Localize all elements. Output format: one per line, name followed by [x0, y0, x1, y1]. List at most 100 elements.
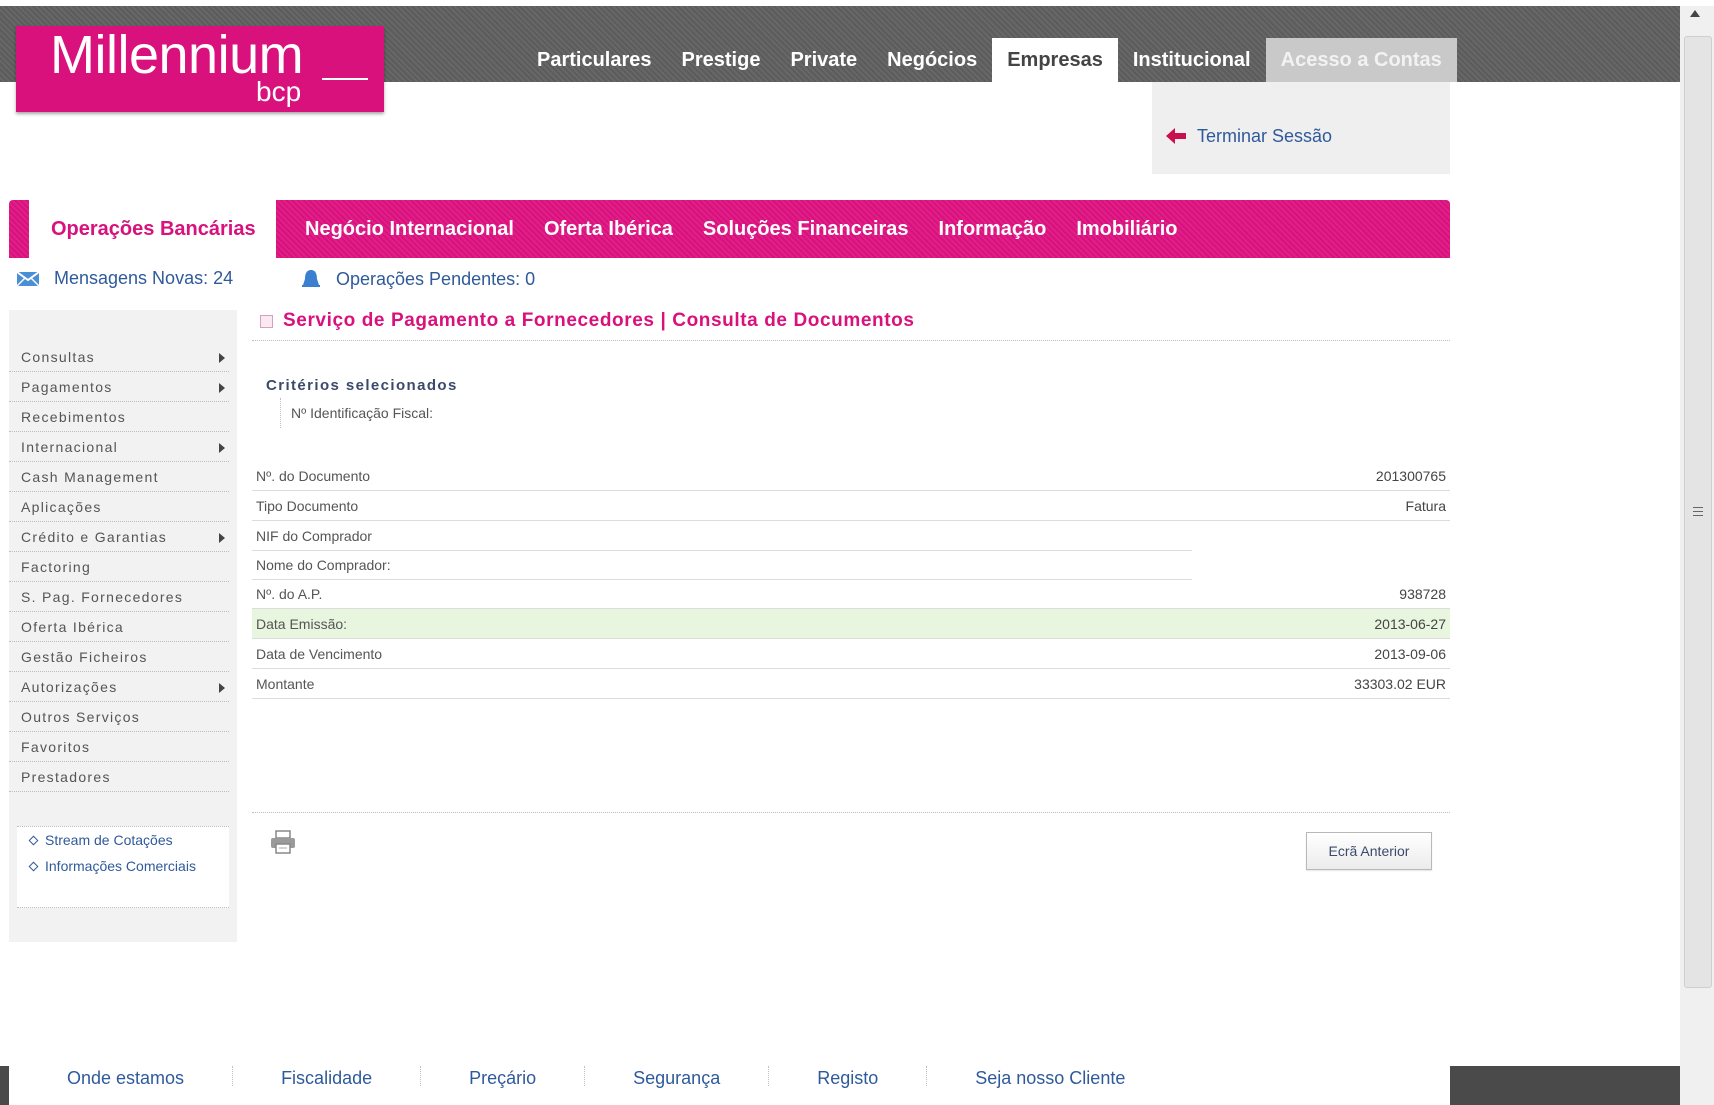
informacoes-comerciais-link[interactable]: Informações Comerciais [17, 853, 229, 879]
messages-link[interactable]: Mensagens Novas: 24 [16, 268, 233, 289]
top-nav-prestige[interactable]: Prestige [667, 38, 776, 82]
scroll-up-arrow-icon[interactable] [1690, 10, 1700, 17]
sidebar-item[interactable]: Gestão Ficheiros [9, 642, 229, 672]
logo-rule [322, 78, 368, 80]
sidebar-item[interactable]: Prestadores [9, 762, 229, 792]
table-row: Data Emissão: 2013-06-27 [252, 609, 1450, 639]
sidebar-item-label: Internacional [21, 439, 119, 455]
link-label: Stream de Cotações [45, 832, 173, 848]
grip-icon [1693, 507, 1703, 517]
footer-precario[interactable]: Preçário [451, 1068, 554, 1089]
sidebar-item[interactable]: Internacional [9, 432, 229, 462]
footer-seguranca[interactable]: Segurança [615, 1068, 738, 1089]
table-row: Nº. do A.P. 938728 [252, 579, 1450, 609]
footer-links: Onde estamos Fiscalidade Preçário Segura… [9, 1052, 1450, 1105]
footer-seja-cliente[interactable]: Seja nosso Cliente [957, 1068, 1143, 1089]
tab-imobiliario[interactable]: Imobiliário [1066, 200, 1197, 258]
footer-registo[interactable]: Registo [799, 1068, 896, 1089]
tab-label: Operações Bancárias [51, 218, 256, 240]
sidebar-item[interactable]: Factoring [9, 552, 229, 582]
row-label: Data Emissão: [256, 616, 348, 632]
sidebar-item[interactable]: Recebimentos [9, 402, 229, 432]
row-label: Montante [256, 676, 315, 692]
sidebar-item[interactable]: Aplicações [9, 492, 229, 522]
row-value: 938728 [1399, 586, 1446, 602]
sidebar-item-label: Recebimentos [21, 409, 127, 425]
tab-negocio-internacional[interactable]: Negócio Internacional [295, 200, 534, 258]
caret-right-icon [219, 533, 225, 543]
sidebar-item[interactable]: Consultas [9, 342, 229, 372]
row-label: Data de Vencimento [256, 646, 383, 662]
row-label: Tipo Documento [256, 498, 359, 514]
sidebar-item-label: Factoring [21, 559, 92, 575]
criteria-heading: Critérios selecionados [266, 377, 458, 394]
top-nav-acesso-contas[interactable]: Acesso a Contas [1265, 38, 1457, 82]
row-label: Nº. do Documento [256, 468, 371, 484]
stream-cotacoes-link[interactable]: Stream de Cotações [17, 827, 229, 853]
row-value: 2013-09-06 [1374, 646, 1446, 662]
printer-icon[interactable] [270, 830, 296, 854]
top-nav-private[interactable]: Private [775, 38, 872, 82]
row-label: NIF do Comprador [256, 528, 372, 544]
page-title: Serviço de Pagamento a Fornecedores | Co… [260, 310, 915, 332]
page-title-text: Serviço de Pagamento a Fornecedores | Co… [283, 310, 915, 331]
sidebar-item-label: Prestadores [21, 769, 111, 785]
top-nav-particulares[interactable]: Particulares [522, 38, 667, 82]
top-nav-negocios[interactable]: Negócios [872, 38, 992, 82]
table-row: Nº. do Documento 201300765 [252, 461, 1450, 491]
sidebar-item[interactable]: S. Pag. Fornecedores [9, 582, 229, 612]
sidebar-item-label: Cash Management [21, 469, 159, 485]
caret-right-icon [219, 443, 225, 453]
table-row: Nome do Comprador: [252, 550, 1450, 580]
sidebar-item[interactable]: Cash Management [9, 462, 229, 492]
diamond-bullet-icon [28, 861, 39, 872]
sidebar-item[interactable]: Crédito e Garantias [9, 522, 229, 552]
sidebar-item[interactable]: Autorizações [9, 672, 229, 702]
table-row: Data de Vencimento 2013-09-06 [252, 639, 1450, 669]
top-nav-institucional[interactable]: Institucional [1118, 38, 1266, 82]
logo-subtext: bcp [256, 76, 302, 107]
sidebar-item[interactable]: Pagamentos [9, 372, 229, 402]
sidebar-menu: Consultas Pagamentos Recebimentos Internaci… [9, 342, 237, 792]
tab-operacoes-bancarias[interactable]: Operações Bancárias [29, 196, 276, 258]
sidebar-item-label: Crédito e Garantias [21, 529, 168, 545]
back-arrow-icon [1166, 128, 1186, 144]
footer-sep [554, 1066, 615, 1091]
scrollbar[interactable] [1680, 6, 1714, 1105]
criteria-nif: Nº Identificação Fiscal: [280, 398, 433, 428]
sidebar: Consultas Pagamentos Recebimentos Internaci… [9, 310, 237, 942]
sidebar-item-label: Pagamentos [21, 379, 113, 395]
sidebar-item[interactable]: Favoritos [9, 732, 229, 762]
pending-count: Operações Pendentes: 0 [336, 268, 536, 289]
table-row: NIF do Comprador [252, 521, 1450, 551]
row-label: Nome do Comprador: [256, 557, 391, 573]
row-value: Fatura [1405, 498, 1446, 514]
divider [252, 340, 1450, 341]
top-nav: Particulares Prestige Private Negócios E… [522, 38, 1457, 82]
logout-link[interactable]: Terminar Sessão [1197, 126, 1332, 147]
divider [252, 812, 1450, 813]
footer-fiscalidade[interactable]: Fiscalidade [263, 1068, 390, 1089]
millennium-bcp-logo[interactable]: Millennium bcp [16, 25, 384, 112]
tab-solucoes-financeiras[interactable]: Soluções Financeiras [693, 200, 929, 258]
row-label: Nº. do A.P. [256, 586, 323, 602]
pending-operations-link[interactable]: Operações Pendentes: 0 [300, 268, 535, 290]
scroll-thumb[interactable] [1684, 36, 1712, 988]
sidebar-item[interactable]: Outros Serviços [9, 702, 229, 732]
sidebar-item-label: Outros Serviços [21, 709, 141, 725]
tab-oferta-iberica[interactable]: Oferta Ibérica [534, 200, 693, 258]
footer-onde-estamos[interactable]: Onde estamos [9, 1068, 202, 1089]
sidebar-item[interactable]: Oferta Ibérica [9, 612, 229, 642]
sidebar-item-label: Oferta Ibérica [21, 619, 125, 635]
messages-count: Mensagens Novas: 24 [54, 268, 234, 288]
tab-informacao[interactable]: Informação [929, 200, 1067, 258]
sidebar-item-label: Favoritos [21, 739, 91, 755]
sidebar-item-label: S. Pag. Fornecedores [21, 589, 184, 605]
top-nav-empresas[interactable]: Empresas [992, 38, 1118, 82]
caret-right-icon [219, 353, 225, 363]
caret-right-icon [219, 683, 225, 693]
footer-sep [202, 1066, 263, 1091]
sidebar-item-label: Gestão Ficheiros [21, 649, 148, 665]
sidebar-item-label: Autorizações [21, 679, 118, 695]
back-button[interactable]: Ecrã Anterior [1306, 832, 1432, 870]
